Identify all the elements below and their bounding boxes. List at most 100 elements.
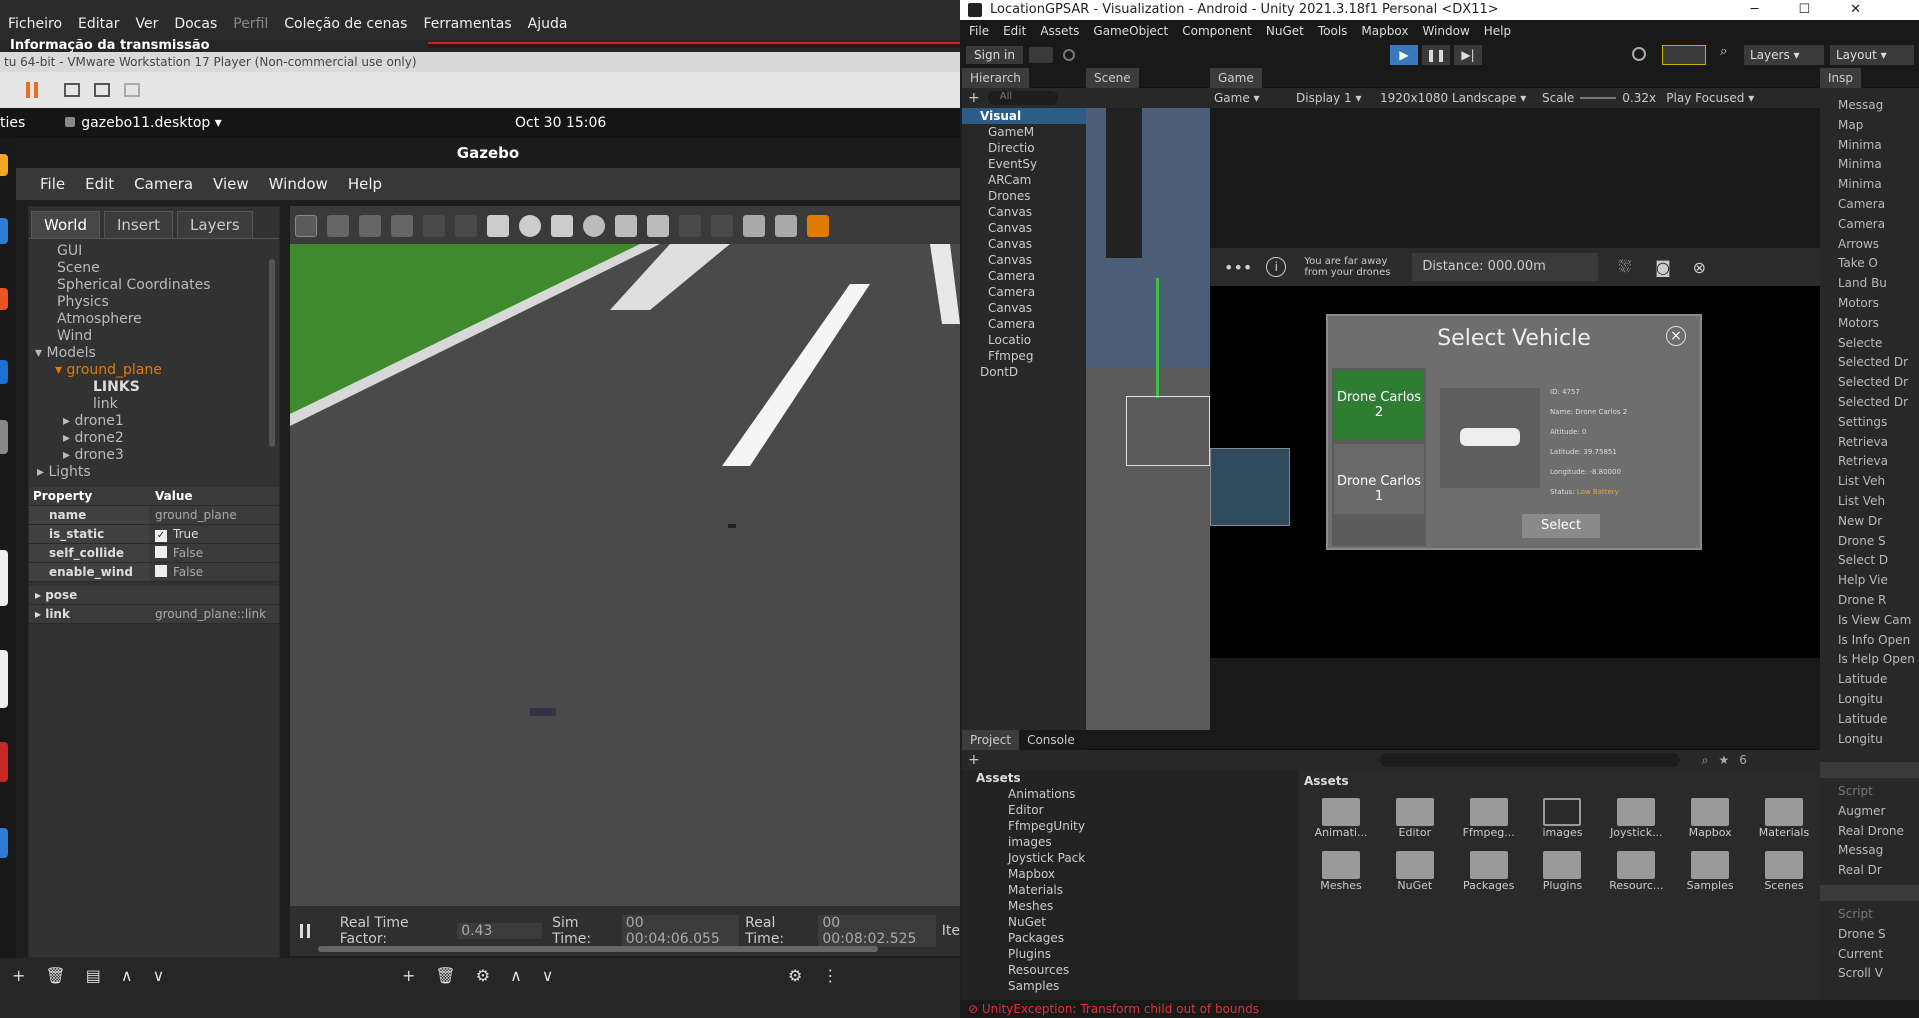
project-folder[interactable]: Editor bbox=[962, 802, 1290, 818]
inspector-field[interactable]: Minima bbox=[1820, 155, 1919, 175]
inspector-field[interactable]: Retrieva bbox=[1820, 452, 1919, 472]
star-icon[interactable]: ★ bbox=[1718, 753, 1729, 767]
game-mode-dropdown[interactable]: Game ▾ bbox=[1214, 91, 1296, 105]
layers-dropdown[interactable]: Layers ▾ bbox=[1744, 45, 1824, 65]
up-icon[interactable]: ∧ bbox=[510, 966, 522, 985]
dock-app-icon[interactable] bbox=[0, 650, 8, 708]
collapsed-icon[interactable]: ▸ bbox=[63, 413, 74, 429]
gz-menu-camera[interactable]: Camera bbox=[124, 175, 203, 193]
checkbox-icon[interactable] bbox=[155, 565, 167, 577]
tree-item-atmosphere[interactable]: Atmosphere bbox=[29, 311, 279, 328]
u-menu-mapbox[interactable]: Mapbox bbox=[1354, 20, 1415, 42]
fullscreen-icon[interactable] bbox=[94, 83, 110, 97]
hierarchy-item[interactable]: Canvas bbox=[962, 252, 1086, 268]
search-icon[interactable]: ⌕ bbox=[1720, 44, 1727, 59]
prop-value[interactable]: ground_plane bbox=[149, 506, 279, 524]
directional-light-icon[interactable] bbox=[647, 215, 669, 237]
inspector-field[interactable]: Longitu bbox=[1820, 730, 1919, 750]
inspector-field[interactable]: Is View Cam bbox=[1820, 611, 1919, 631]
screenshot-icon[interactable] bbox=[807, 215, 829, 237]
window-controls[interactable]: ─☐✕ bbox=[1751, 0, 1901, 20]
dock-app-icon[interactable] bbox=[0, 288, 8, 310]
collapsed-icon[interactable]: ▸ bbox=[35, 588, 45, 602]
rotate-icon[interactable] bbox=[359, 215, 381, 237]
step-button[interactable]: ▶| bbox=[1454, 45, 1482, 65]
inspector-field[interactable]: Map bbox=[1820, 116, 1919, 136]
hierarchy-item[interactable]: ARCam bbox=[962, 172, 1086, 188]
drone-icon[interactable]: ⛆ bbox=[1618, 257, 1631, 277]
gz-menu-edit[interactable]: Edit bbox=[75, 175, 124, 193]
sphere-icon[interactable] bbox=[519, 215, 541, 237]
u-menu-window[interactable]: Window bbox=[1415, 20, 1476, 42]
minimap-thumbnail[interactable] bbox=[1210, 448, 1290, 526]
tree-assets[interactable]: Assets bbox=[962, 770, 1290, 786]
asset-folder[interactable]: Mapbox bbox=[1675, 798, 1745, 839]
dock-app-icon[interactable] bbox=[0, 218, 8, 244]
hierarchy-item[interactable]: EventSy bbox=[962, 156, 1086, 172]
trash-icon[interactable]: 🗑 bbox=[45, 966, 65, 985]
hierarchy-item[interactable]: Canvas bbox=[962, 220, 1086, 236]
project-folder[interactable]: Resources bbox=[962, 962, 1290, 978]
inspector-field[interactable]: Current bbox=[1820, 945, 1919, 965]
play-button[interactable]: ▶ bbox=[1390, 45, 1418, 65]
down-icon[interactable]: ∨ bbox=[153, 966, 165, 985]
expand-icon[interactable]: ▾ bbox=[55, 362, 66, 378]
asset-breadcrumb[interactable]: Assets bbox=[1298, 770, 1820, 792]
project-folder[interactable]: Animations bbox=[962, 786, 1290, 802]
add-icon[interactable]: + bbox=[968, 752, 980, 768]
play-focused-dropdown[interactable]: Play Focused ▾ bbox=[1666, 91, 1754, 105]
collab-icon[interactable] bbox=[1062, 49, 1075, 61]
project-folder[interactable]: NuGet bbox=[962, 914, 1290, 930]
hidden-count[interactable]: 6 bbox=[1739, 753, 1747, 767]
inspector-field[interactable]: Help Vie bbox=[1820, 571, 1919, 591]
project-folder[interactable]: Materials bbox=[962, 882, 1290, 898]
hierarchy-item[interactable]: Camera bbox=[962, 284, 1086, 300]
hierarchy-item[interactable]: Ffmpeg bbox=[962, 348, 1086, 364]
inspector-field[interactable]: Minima bbox=[1820, 175, 1919, 195]
copy-icon[interactable] bbox=[679, 215, 701, 237]
display-dropdown[interactable]: Display 1 ▾ bbox=[1296, 91, 1380, 105]
sign-in-button[interactable]: Sign in bbox=[966, 46, 1023, 64]
inspector-field[interactable]: Drone S bbox=[1820, 532, 1919, 552]
asset-folder[interactable]: Scenes bbox=[1749, 851, 1819, 892]
up-icon[interactable]: ∧ bbox=[121, 966, 133, 985]
inspector-field[interactable]: Selected Dr bbox=[1820, 393, 1919, 413]
pause-icon[interactable] bbox=[300, 924, 310, 938]
inspector-field[interactable]: Latitude bbox=[1820, 710, 1919, 730]
hierarchy-item[interactable]: Camera bbox=[962, 316, 1086, 332]
inspector-field[interactable]: Land Bu bbox=[1820, 274, 1919, 294]
tab-inspector[interactable]: Insp bbox=[1820, 67, 1862, 88]
hierarchy-item[interactable]: Canvas bbox=[962, 204, 1086, 220]
prop-row-pose[interactable]: ▸ pose bbox=[29, 586, 279, 605]
layout-dropdown[interactable]: Layout ▾ bbox=[1830, 45, 1914, 65]
activities-button[interactable]: ties bbox=[0, 115, 25, 131]
tab-project[interactable]: Project bbox=[962, 729, 1020, 750]
inspector-field[interactable]: Drone S bbox=[1820, 925, 1919, 945]
tree-item-physics[interactable]: Physics bbox=[29, 294, 279, 311]
prop-row-link[interactable]: ▸ link ground_plane::link bbox=[29, 605, 279, 624]
hide-view-icon[interactable]: ⊗ bbox=[1693, 258, 1706, 277]
inspector-field[interactable]: Motors bbox=[1820, 294, 1919, 314]
close-button[interactable]: × bbox=[1666, 326, 1686, 346]
checkbox-icon[interactable] bbox=[155, 546, 167, 558]
inspector-field[interactable]: Real Dr bbox=[1820, 861, 1919, 881]
inspector-field[interactable]: List Veh bbox=[1820, 472, 1919, 492]
dock-app-icon[interactable] bbox=[0, 828, 8, 858]
box-icon[interactable] bbox=[487, 215, 509, 237]
project-folder[interactable]: Packages bbox=[962, 930, 1290, 946]
asset-folder[interactable]: Resourc... bbox=[1601, 851, 1671, 892]
pause-button[interactable]: ❚❚ bbox=[1422, 45, 1450, 65]
drone-button[interactable]: Drone Carlos 1 bbox=[1334, 444, 1424, 514]
gz-menu-window[interactable]: Window bbox=[259, 175, 338, 193]
inspector-field[interactable]: Camera bbox=[1820, 215, 1919, 235]
asset-folder[interactable]: Materials bbox=[1749, 798, 1819, 839]
inspector-field[interactable]: Settings bbox=[1820, 413, 1919, 433]
u-menu-nuget[interactable]: NuGet bbox=[1259, 20, 1311, 42]
asset-folder[interactable]: Plugins bbox=[1527, 851, 1597, 892]
inspector-field[interactable]: Augmer bbox=[1820, 802, 1919, 822]
inspector-field[interactable]: Motors bbox=[1820, 314, 1919, 334]
align-icon[interactable] bbox=[743, 215, 765, 237]
inspector-field[interactable]: Scroll V bbox=[1820, 964, 1919, 984]
add-icon[interactable]: + bbox=[12, 966, 25, 985]
more-icon[interactable]: ⋮ bbox=[822, 966, 838, 985]
